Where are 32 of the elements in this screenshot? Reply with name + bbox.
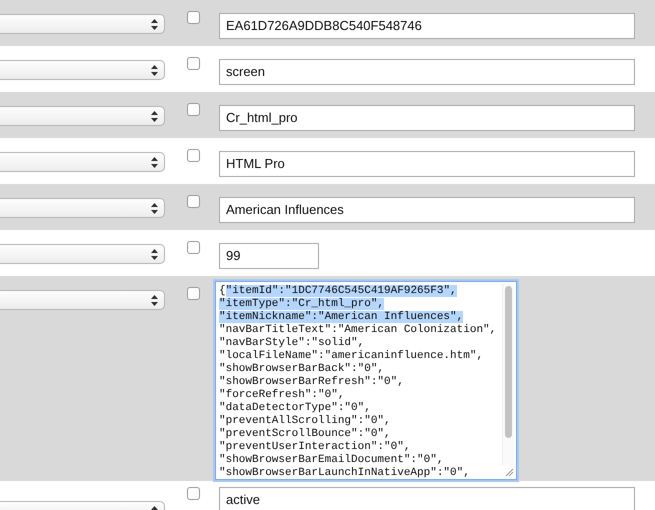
dropdown-select[interactable] [0, 244, 165, 264]
updown-arrows-icon [151, 202, 158, 214]
text-field[interactable]: screen [219, 59, 635, 85]
updown-arrows-icon [151, 18, 158, 30]
dropdown-select[interactable] [0, 152, 165, 172]
checkbox[interactable] [187, 241, 200, 254]
dropdown-select[interactable] [0, 198, 165, 218]
updown-arrows-icon [151, 156, 158, 168]
dropdown-select[interactable] [0, 106, 165, 126]
checkbox[interactable] [187, 11, 200, 24]
updown-arrows-icon [151, 110, 158, 122]
text-field[interactable]: HTML Pro [219, 151, 635, 177]
checkbox[interactable] [187, 57, 200, 70]
text-field[interactable]: Cr_html_pro [219, 105, 635, 131]
number-field[interactable]: 99 [219, 243, 319, 269]
text-field[interactable]: EA61D726A9DDB8C540F548746 [219, 13, 635, 39]
resize-grip-icon [505, 468, 514, 477]
text-field[interactable]: active [219, 487, 635, 510]
updown-arrows-icon [151, 294, 158, 306]
scrollbar-thumb[interactable] [505, 286, 512, 438]
checkbox[interactable] [187, 487, 200, 500]
dropdown-select[interactable] [0, 290, 165, 310]
updown-arrows-icon [151, 248, 158, 260]
checkbox[interactable] [187, 195, 200, 208]
text-field[interactable]: American Influences [219, 197, 635, 223]
json-text: {"itemId":"1DC7746C545C419AF9265F3", "itemType":"Cr_html_pro", "itemNickname":"American Influences", "navBarTitleText":"American Colonization", "navBarStyle":"solid", "localFileName":"americaninfluence.htm", "showBrowserBarBack":"0", "showBrowserBarRefresh":"0", "forceRefresh":"0", "dataDetectorType":"0", "preventAllScrolling":"0", "preventScrollBounce":"0", "preventUserInteraction":"0", "showBrowserBarEmailDocument":"0", "showBrowserBarLaunchInNativeApp":"0", [219, 285, 498, 479]
updown-arrows-icon [151, 64, 158, 76]
checkbox[interactable] [187, 103, 200, 116]
dropdown-select[interactable] [0, 14, 165, 34]
dropdown-select[interactable] [0, 60, 165, 80]
checkbox[interactable] [187, 287, 200, 300]
checkbox[interactable] [187, 149, 200, 162]
